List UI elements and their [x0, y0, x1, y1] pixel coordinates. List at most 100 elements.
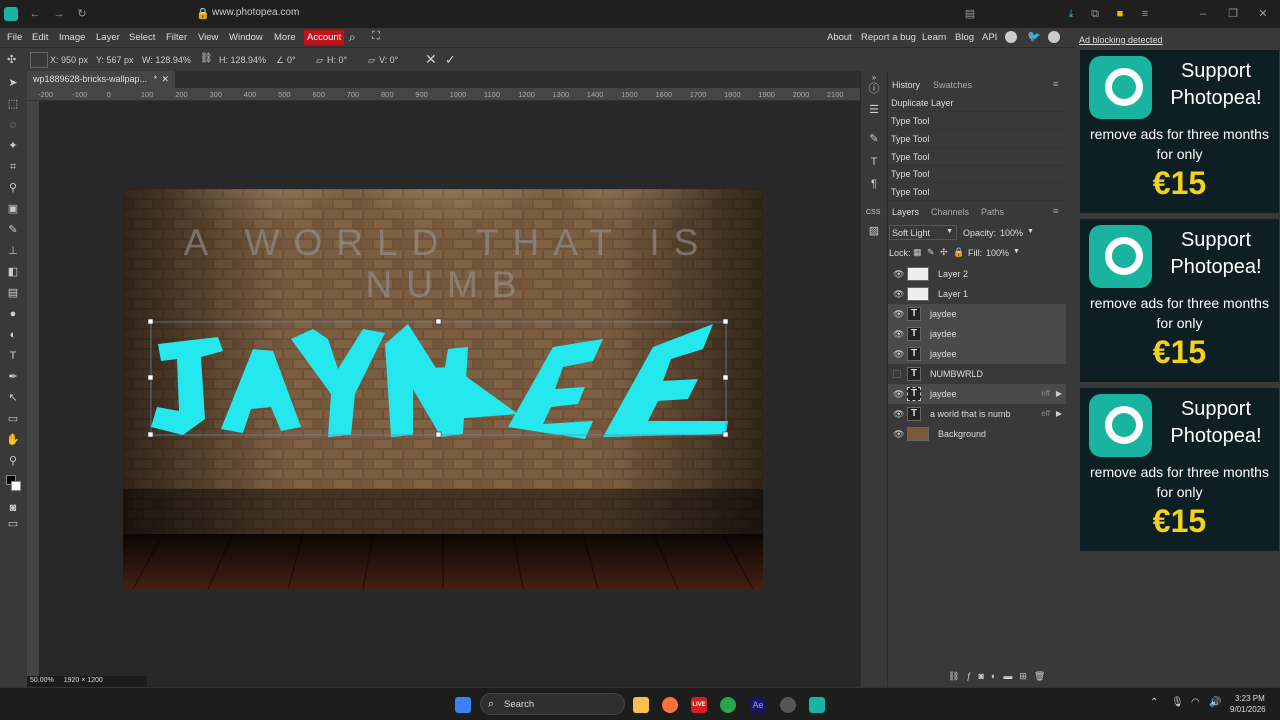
- eye-icon[interactable]: 👁: [893, 269, 904, 279]
- clone-stamp-tool-icon[interactable]: ⊥: [6, 244, 20, 258]
- type-tool-icon[interactable]: T: [6, 349, 20, 363]
- x-field[interactable]: X: 950 px: [50, 55, 88, 65]
- link-icon[interactable]: ⛓: [200, 53, 213, 64]
- tray-chevron-icon[interactable]: ⌃: [1150, 697, 1158, 708]
- image-icon[interactable]: ▨: [867, 224, 881, 238]
- zoom-tool-icon[interactable]: ⚲: [6, 454, 20, 468]
- effects-label[interactable]: eff: [1041, 389, 1050, 398]
- ad-blocking-notice[interactable]: Ad blocking detected: [1079, 35, 1163, 45]
- pen-tool-icon[interactable]: ✒: [6, 370, 20, 384]
- tab-swatches[interactable]: Swatches: [933, 80, 972, 90]
- app-icon[interactable]: [780, 697, 796, 713]
- width-field[interactable]: W: 128.94%: [142, 55, 191, 65]
- brush-tool-icon[interactable]: ✎: [6, 223, 20, 237]
- mask-icon[interactable]: ◙: [978, 671, 990, 681]
- link-learn[interactable]: Learn: [922, 32, 946, 43]
- close-window-icon[interactable]: ✕: [1256, 7, 1270, 21]
- layer-row[interactable]: 👁 T jaydee eff ▶: [888, 384, 1066, 404]
- ad-card[interactable]: Support Photopea! remove ads for three m…: [1080, 388, 1279, 551]
- blend-mode-select[interactable]: Soft Light ▼: [889, 225, 957, 240]
- properties-icon[interactable]: ☰: [867, 103, 881, 117]
- start-icon[interactable]: [455, 697, 471, 713]
- info-icon[interactable]: ⓘ: [867, 82, 881, 96]
- expand-effects-icon[interactable]: ▶: [1056, 409, 1062, 418]
- layer-row[interactable]: 👁 T jaydee: [888, 304, 1066, 324]
- y-field[interactable]: Y: 567 px: [96, 55, 134, 65]
- clock-date[interactable]: 9/01/2026: [1230, 705, 1266, 714]
- tab-history[interactable]: History: [892, 80, 920, 90]
- hand-tool-icon[interactable]: ✋: [6, 433, 20, 447]
- eye-icon[interactable]: 👁: [893, 429, 904, 439]
- back-icon[interactable]: ←: [28, 7, 42, 21]
- twitter-icon[interactable]: 🐦: [1027, 30, 1041, 43]
- menu-edit[interactable]: Edit: [32, 32, 48, 43]
- fullscreen-icon[interactable]: ⛶: [372, 30, 380, 43]
- layers-panel-menu-icon[interactable]: ≡: [1053, 206, 1058, 216]
- menu-select[interactable]: Select: [129, 32, 155, 43]
- layer-row[interactable]: 👁 Layer 1: [888, 284, 1066, 304]
- expand-effects-icon[interactable]: ▶: [1056, 389, 1062, 398]
- account-button[interactable]: Account: [304, 30, 345, 45]
- history-item[interactable]: Type Tool: [888, 183, 1066, 201]
- menu-filter[interactable]: Filter: [166, 32, 187, 43]
- vskew-field[interactable]: V: 0°: [379, 55, 398, 65]
- link-report-bug[interactable]: Report a bug: [861, 32, 916, 43]
- ad-card[interactable]: Support Photopea! remove ads for three m…: [1080, 50, 1279, 213]
- maximize-icon[interactable]: ❐: [1226, 7, 1240, 21]
- tab-layers[interactable]: Layers: [892, 207, 919, 217]
- wifi-icon[interactable]: ◠: [1191, 697, 1200, 708]
- menu-more[interactable]: More: [274, 32, 296, 43]
- search-icon[interactable]: ⌕: [349, 30, 356, 45]
- eye-icon[interactable]: 👁: [893, 389, 904, 399]
- layer-row[interactable]: T NUMBWRLD: [888, 364, 1066, 384]
- menu-icon[interactable]: ≡: [1138, 7, 1152, 21]
- css-icon[interactable]: CSS: [866, 206, 880, 220]
- eyedropper-tool-icon[interactable]: ⚲: [6, 181, 20, 195]
- link-layers-icon[interactable]: ⛓: [948, 671, 966, 681]
- history-item[interactable]: Type Tool: [888, 165, 1066, 183]
- history-item[interactable]: Type Tool: [888, 148, 1066, 166]
- eye-icon[interactable]: 👁: [893, 289, 904, 299]
- paragraph-icon[interactable]: ¶: [867, 177, 881, 191]
- new-layer-icon[interactable]: ⊞: [1019, 671, 1034, 681]
- delete-layer-icon[interactable]: 🗑: [1034, 671, 1052, 681]
- history-item[interactable]: Type Tool: [888, 130, 1066, 148]
- magic-wand-tool-icon[interactable]: ✦: [6, 139, 20, 153]
- screen-mode-icon[interactable]: ▭: [6, 517, 20, 531]
- lock-all-icon[interactable]: 🔒: [953, 247, 964, 258]
- photopea-tab-icon[interactable]: [4, 7, 18, 21]
- eye-icon[interactable]: 👁: [893, 309, 904, 319]
- mic-icon[interactable]: 🎙: [1171, 697, 1184, 708]
- menu-file[interactable]: File: [7, 32, 22, 43]
- url-bar[interactable]: www.photopea.com: [212, 7, 299, 18]
- quick-mask-icon[interactable]: ◙: [6, 501, 20, 515]
- link-api[interactable]: API: [982, 32, 997, 43]
- layer-row[interactable]: 👁 T jaydee: [888, 344, 1066, 364]
- clock-time[interactable]: 3:23 PM: [1235, 694, 1265, 703]
- close-tab-icon[interactable]: ✕: [161, 74, 169, 85]
- tab-paths[interactable]: Paths: [981, 207, 1004, 217]
- photopea-app-icon[interactable]: [809, 697, 825, 713]
- move-tool-icon[interactable]: ➤: [6, 76, 20, 90]
- extension-icon[interactable]: ■: [1113, 7, 1127, 21]
- opacity-chevron-icon[interactable]: ▼: [1027, 228, 1034, 235]
- eraser-tool-icon[interactable]: ◧: [6, 265, 20, 279]
- cancel-transform-icon[interactable]: ✕: [425, 51, 437, 68]
- layer-row[interactable]: 👁 T jaydee: [888, 324, 1066, 344]
- path-select-tool-icon[interactable]: ↖: [6, 391, 20, 405]
- brush-settings-icon[interactable]: ✎: [867, 132, 881, 146]
- volume-icon[interactable]: 🔊: [1209, 697, 1221, 708]
- reader-icon[interactable]: ▤: [963, 7, 977, 21]
- minimize-icon[interactable]: –: [1196, 7, 1210, 21]
- history-item[interactable]: Type Tool: [888, 112, 1066, 130]
- ad-card[interactable]: Support Photopea! remove ads for three m…: [1080, 219, 1279, 382]
- layer-row[interactable]: 👁 T a world that is numb eff ▶: [888, 404, 1066, 424]
- fx-icon[interactable]: ƒ: [966, 671, 978, 681]
- history-item[interactable]: Duplicate Layer: [888, 94, 1066, 112]
- hidden-eye-box[interactable]: [893, 370, 901, 378]
- dodge-tool-icon[interactable]: ◐: [6, 328, 20, 342]
- lasso-tool-icon[interactable]: ◌: [6, 118, 20, 132]
- blur-tool-icon[interactable]: ●: [6, 307, 20, 321]
- lock-transparent-icon[interactable]: ▦: [913, 247, 922, 258]
- document-tab[interactable]: wp1889628-bricks-wallpap... * ✕: [27, 71, 175, 88]
